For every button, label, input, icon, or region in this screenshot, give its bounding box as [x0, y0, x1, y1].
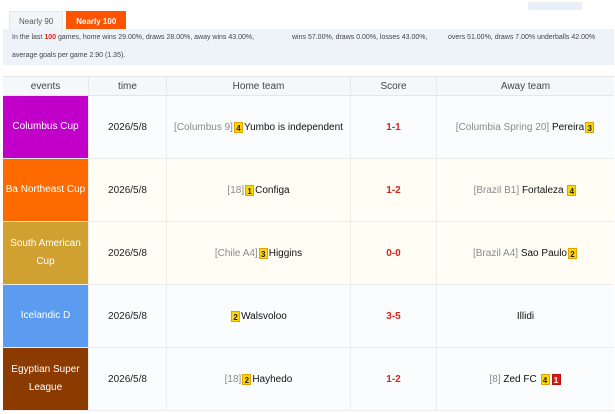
time-cell: 2026/5/8: [89, 96, 167, 158]
stats-result-summary: games, home wins 29.00%, draws 28.00%, a…: [57, 34, 255, 41]
away-rank: [8]: [489, 373, 501, 385]
header-score: Score: [351, 77, 437, 95]
away-rank-badge: 2: [567, 247, 577, 259]
away-team-name[interactable]: Sao Paulo: [521, 248, 567, 259]
table-header: events time Home team Score Away team: [3, 76, 614, 96]
corner-pill: [528, 2, 582, 10]
header-time: time: [89, 77, 167, 95]
away-rank: [Brazil B1]: [473, 184, 520, 196]
home-team-cell[interactable]: [Columbus 9] 4 Yumbo is independent: [167, 96, 351, 158]
away-rank-badge: 4: [567, 184, 577, 196]
stats-count: 100: [44, 34, 56, 41]
home-rank: [18]: [227, 184, 245, 196]
score-cell[interactable]: 1-2: [351, 348, 437, 410]
stats-line-1: In the last 100 games, home wins 29.00%,…: [12, 34, 254, 41]
stats-home-summary: wins 57.00%, draws 0.00%, losses 43.00%,: [292, 34, 428, 41]
time-cell: 2026/5/8: [89, 159, 167, 221]
header-home-team: Home team: [167, 77, 351, 95]
away-team-name[interactable]: Pereira: [552, 122, 584, 133]
home-team-cell[interactable]: 2 Walsvoloo: [167, 285, 351, 347]
stats-prefix: In the last: [12, 34, 43, 41]
table-row: Ba Northeast Cup 2026/5/8 [18] 1 Configa …: [3, 159, 614, 222]
score-cell[interactable]: 0-0: [351, 222, 437, 284]
home-team-name[interactable]: Walsvoloo: [241, 311, 287, 322]
table-row: Columbus Cup 2026/5/8 [Columbus 9] 4 Yumb…: [3, 96, 614, 159]
event-cell[interactable]: Egyptian Super League: [3, 348, 89, 410]
away-team-cell[interactable]: [Brazil B1] Fortaleza 4: [437, 159, 614, 221]
away-rank-badge: 3: [585, 121, 595, 133]
home-rank: [18]: [224, 373, 242, 385]
home-rank-badge: 2: [231, 310, 241, 322]
table-row: Egyptian Super League 2026/5/8 [18] 2 Hay…: [3, 348, 614, 411]
away-red-card-badge: 1: [551, 373, 561, 385]
score-cell[interactable]: 3-5: [351, 285, 437, 347]
event-cell[interactable]: South American Cup: [3, 222, 89, 284]
score-cell[interactable]: 1-2: [351, 159, 437, 221]
home-rank-badge: 2: [242, 373, 252, 385]
event-cell[interactable]: Icelandic D: [3, 285, 89, 347]
header-away-team: Away team: [500, 81, 551, 92]
stats-goals-average: average goals per game 2.90 (1.35).: [12, 52, 126, 59]
stats-overs-summary: overs 51.00%, draws 7.00% underballs 42.…: [448, 34, 596, 41]
away-team-cell[interactable]: [Columbia Spring 20] Pereira 3: [437, 96, 614, 158]
home-rank-badge: 3: [258, 247, 268, 259]
event-cell[interactable]: Columbus Cup: [3, 96, 89, 158]
home-team-name[interactable]: Higgins: [269, 248, 302, 259]
time-cell: 2026/5/8: [89, 285, 167, 347]
away-team-cell[interactable]: [Brazil A4] Sao Paulo 2: [437, 222, 614, 284]
home-team-cell[interactable]: [18] 2 Hayhedo: [167, 348, 351, 410]
home-rank: [Chile A4]: [214, 247, 258, 259]
home-team-cell[interactable]: [Chile A4] 3 Higgins: [167, 222, 351, 284]
away-rank: [Columbia Spring 20]: [455, 121, 550, 133]
tab-nearly-90[interactable]: Nearly 90: [9, 11, 64, 30]
away-rank: [Brazil A4]: [473, 247, 519, 259]
score-cell[interactable]: 1-1: [351, 96, 437, 158]
home-rank-badge: 1: [245, 184, 255, 196]
time-cell: 2026/5/8: [89, 222, 167, 284]
home-team-name[interactable]: Yumbo is independent: [244, 122, 343, 133]
tab-bar: Nearly 90 Nearly 100: [9, 11, 129, 30]
header-events: events: [3, 77, 89, 95]
table-row: Icelandic D 2026/5/8 2 Walsvoloo 3-5 Illi…: [3, 285, 614, 348]
table-row: South American Cup 2026/5/8 [Chile A4] 3…: [3, 222, 614, 285]
home-team-name[interactable]: Configa: [255, 185, 289, 196]
matches-table: events time Home team Score Away team Co…: [3, 76, 614, 411]
home-team-name[interactable]: Hayhedo: [252, 374, 292, 385]
home-rank-badge: 4: [233, 121, 243, 133]
home-rank: [Columbus 9]: [174, 121, 233, 133]
stats-banner: In the last 100 games, home wins 29.00%,…: [3, 29, 614, 65]
away-team-name[interactable]: Fortaleza: [522, 185, 564, 196]
away-team-cell[interactable]: [8] Zed FC 41: [437, 348, 614, 410]
tab-nearly-100[interactable]: Nearly 100: [66, 11, 127, 30]
home-team-cell[interactable]: [18] 1 Configa: [167, 159, 351, 221]
time-cell: 2026/5/8: [89, 348, 167, 410]
away-team-cell[interactable]: Illidi: [437, 285, 614, 347]
away-rank-badge: 4: [540, 373, 550, 385]
away-team-name[interactable]: Illidi: [517, 311, 534, 322]
event-cell[interactable]: Ba Northeast Cup: [3, 159, 89, 221]
away-team-name[interactable]: Zed FC: [503, 374, 536, 385]
